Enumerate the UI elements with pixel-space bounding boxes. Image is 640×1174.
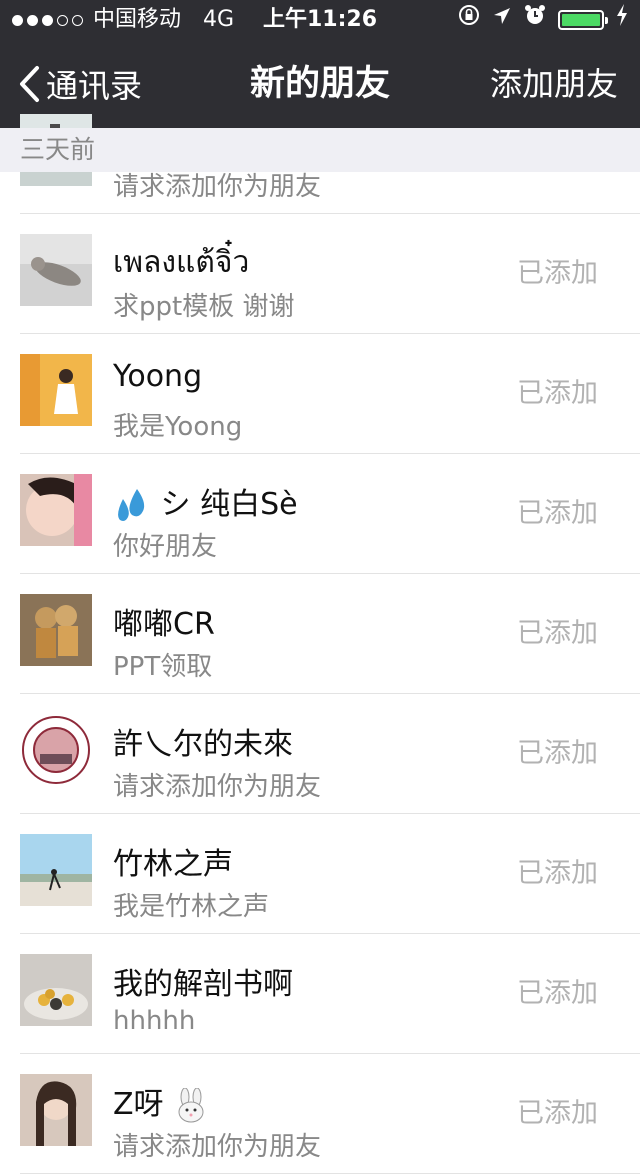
avatar <box>20 1074 92 1146</box>
friend-name: 我的解剖书啊 <box>113 967 293 1002</box>
request-message: 请求添加你为朋友 <box>113 772 322 802</box>
added-status: 已添加 <box>517 738 598 769</box>
friend-name: Yoong <box>113 359 203 394</box>
request-message: 请求添加你为朋友 <box>113 1132 322 1162</box>
list-item[interactable]: 許乀尔的未來 请求添加你为朋友 已添加 <box>20 694 640 814</box>
charging-bolt-icon <box>616 0 628 40</box>
request-message: 求ppt模板 谢谢 <box>113 292 295 322</box>
friend-name: 嘟嘟CR <box>113 607 215 642</box>
friend-request-list: 请求添加你为朋友 เพลงแต้จิ๋ว 求ppt模板 谢谢 已添加 Yoong… <box>0 94 640 1174</box>
avatar <box>20 834 92 906</box>
added-status: 已添加 <box>517 618 598 649</box>
avatar <box>20 714 92 786</box>
location-arrow-icon <box>492 0 512 40</box>
avatar <box>20 594 92 666</box>
list-item[interactable]: เพลงแต้จิ๋ว 求ppt模板 谢谢 已添加 <box>20 214 640 334</box>
request-message: 我是竹林之声 <box>113 892 270 922</box>
friend-name: 竹林之声 <box>113 847 233 882</box>
added-status: 已添加 <box>517 858 598 889</box>
request-message: 你好朋友 <box>113 532 218 562</box>
avatar <box>20 354 92 426</box>
alarm-clock-icon <box>524 0 546 40</box>
list-item[interactable]: 嘟嘟CR PPT领取 已添加 <box>20 574 640 694</box>
rabbit-face-icon <box>178 1087 204 1122</box>
avatar <box>20 234 92 306</box>
request-message: hhhhh <box>113 1006 196 1036</box>
list-item[interactable]: 我的解剖书啊 hhhhh 已添加 <box>20 934 640 1054</box>
added-status: 已添加 <box>517 1098 598 1129</box>
friend-name: 許乀尔的未來 <box>113 727 293 762</box>
request-message: PPT领取 <box>113 652 213 682</box>
battery-icon <box>558 10 608 30</box>
status-bar: 中国移动 4G 上午11:26 <box>0 0 640 40</box>
request-message: 我是Yoong <box>113 412 243 442</box>
sweat-droplets-icon <box>118 488 145 521</box>
avatar <box>20 474 92 546</box>
list-item[interactable]: 竹林之声 我是竹林之声 已添加 <box>20 814 640 934</box>
section-header: 三天前 <box>0 128 640 172</box>
avatar <box>20 954 92 1026</box>
added-status: 已添加 <box>517 498 598 529</box>
friend-name: Z呀 <box>113 1079 209 1124</box>
list-item[interactable]: シ 纯白Sè 你好朋友 已添加 <box>20 454 640 574</box>
friend-name: シ 纯白Sè <box>113 479 298 525</box>
added-status: 已添加 <box>517 258 598 289</box>
orientation-lock-icon <box>458 0 480 40</box>
added-status: 已添加 <box>517 378 598 409</box>
added-status: 已添加 <box>517 978 598 1009</box>
friend-name: เพลงแต้จิ๋ว <box>113 245 250 280</box>
list-item[interactable]: Z呀 请求添加你为朋友 已添加 <box>20 1054 640 1174</box>
list-item[interactable]: Yoong 我是Yoong 已添加 <box>20 334 640 454</box>
